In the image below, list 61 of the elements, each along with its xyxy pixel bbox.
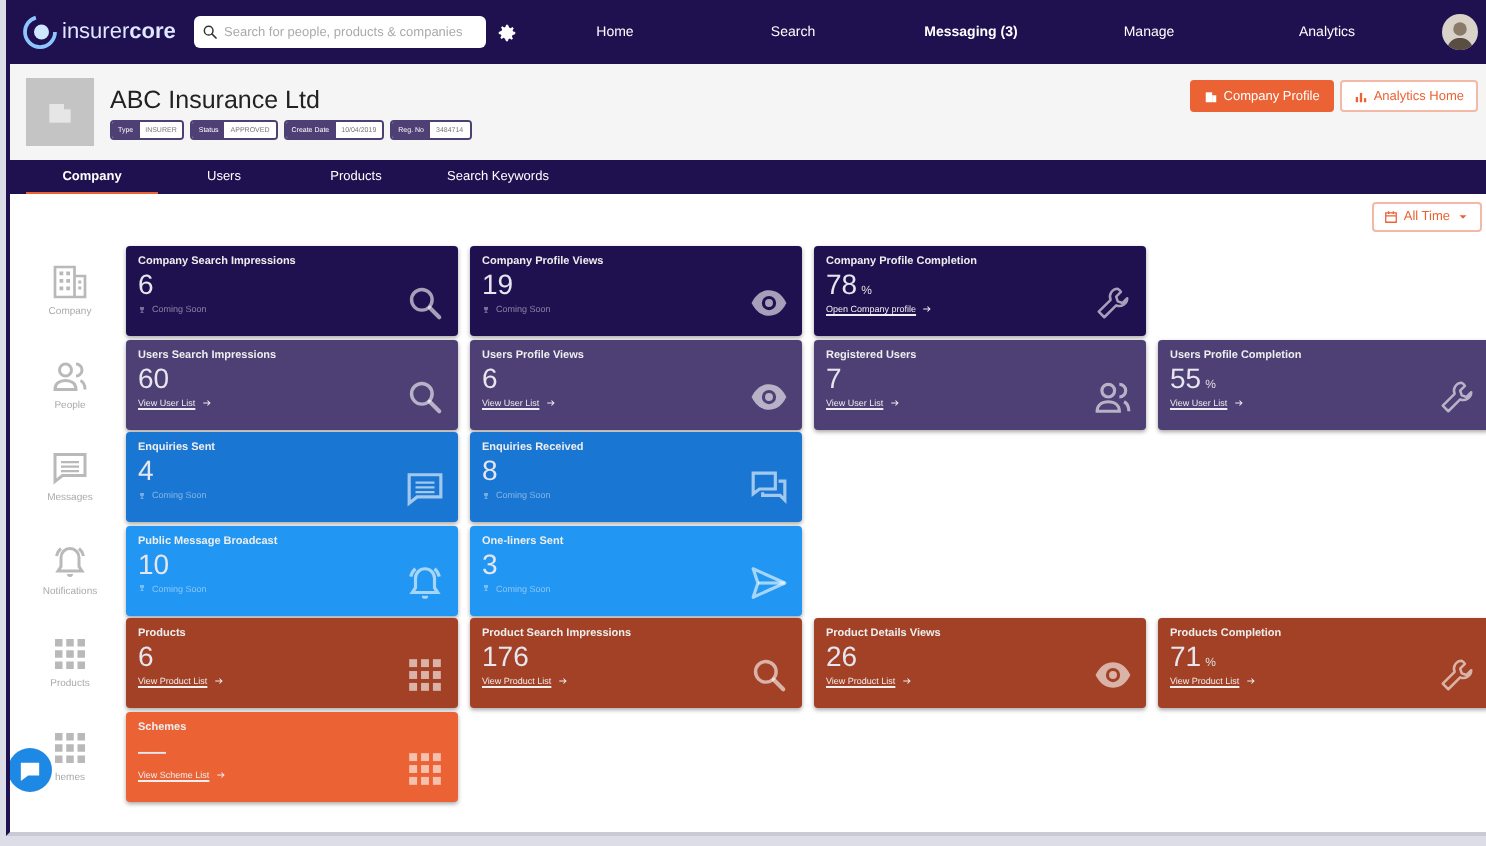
chats-icon bbox=[750, 470, 788, 509]
chat-icon[interactable] bbox=[52, 450, 88, 487]
card-value: 8 bbox=[482, 454, 498, 489]
card-value: 60 bbox=[138, 361, 170, 396]
arrow-icon bbox=[1233, 397, 1244, 408]
card-value: 10 bbox=[138, 547, 170, 582]
send-icon bbox=[750, 563, 788, 602]
card-value: 176 bbox=[482, 640, 529, 675]
bell-icon bbox=[406, 563, 444, 602]
search-icon bbox=[406, 284, 444, 322]
company-name: ABC Insurance Ltd bbox=[110, 85, 322, 113]
search-icon bbox=[750, 656, 788, 695]
card-value: 19 bbox=[482, 268, 514, 302]
trophy-icon bbox=[138, 491, 146, 500]
card-value: 6 bbox=[138, 268, 154, 302]
card-value: 7 bbox=[826, 361, 842, 396]
trophy-icon bbox=[138, 584, 146, 593]
grid-icon bbox=[406, 749, 444, 788]
arrow-icon bbox=[922, 304, 933, 314]
people-icon[interactable] bbox=[52, 357, 88, 394]
grid-icon bbox=[406, 656, 444, 695]
card-value: 26 bbox=[826, 640, 858, 675]
arrow-icon bbox=[545, 397, 556, 408]
search-icon bbox=[406, 377, 444, 416]
search-icon bbox=[202, 24, 218, 40]
arrow-icon bbox=[1245, 676, 1256, 687]
arrow-icon bbox=[889, 397, 900, 408]
arrow-icon bbox=[201, 397, 212, 408]
wrench-icon bbox=[1438, 377, 1476, 416]
arrow-icon bbox=[213, 676, 224, 687]
grid-icon[interactable] bbox=[52, 729, 88, 766]
trophy-icon bbox=[482, 491, 490, 500]
avatar-icon[interactable] bbox=[1442, 14, 1478, 50]
caret-icon bbox=[1456, 210, 1470, 224]
settings-icon[interactable] bbox=[496, 21, 518, 43]
eye-icon bbox=[750, 284, 788, 322]
calendar-icon bbox=[1383, 210, 1398, 224]
card-value: 3 bbox=[482, 547, 498, 582]
card-value: 55 bbox=[1170, 361, 1202, 396]
card-value: 6 bbox=[138, 640, 154, 675]
trophy-icon bbox=[138, 305, 146, 313]
card-value: 4 bbox=[138, 454, 154, 489]
arrow-icon bbox=[557, 676, 568, 687]
trophy-icon bbox=[482, 584, 490, 593]
bar-chart-icon bbox=[1353, 89, 1368, 103]
arrow-icon bbox=[901, 676, 912, 687]
chat-button[interactable] bbox=[10, 748, 52, 792]
trophy-icon bbox=[482, 305, 490, 313]
card-value: 71 bbox=[1170, 640, 1202, 675]
card-value: — bbox=[138, 733, 166, 768]
card-value: 6 bbox=[482, 361, 498, 396]
logo-icon bbox=[22, 14, 58, 50]
grid-icon[interactable] bbox=[52, 636, 88, 673]
chat-icon bbox=[406, 470, 444, 509]
card-value: 78 bbox=[826, 268, 858, 302]
wrench-icon bbox=[1438, 656, 1476, 695]
bell-icon[interactable] bbox=[52, 543, 88, 580]
people-icon bbox=[1094, 377, 1132, 416]
wrench-icon bbox=[1094, 284, 1132, 322]
arrow-icon bbox=[215, 769, 226, 780]
logo-text: insurercore bbox=[62, 20, 176, 44]
